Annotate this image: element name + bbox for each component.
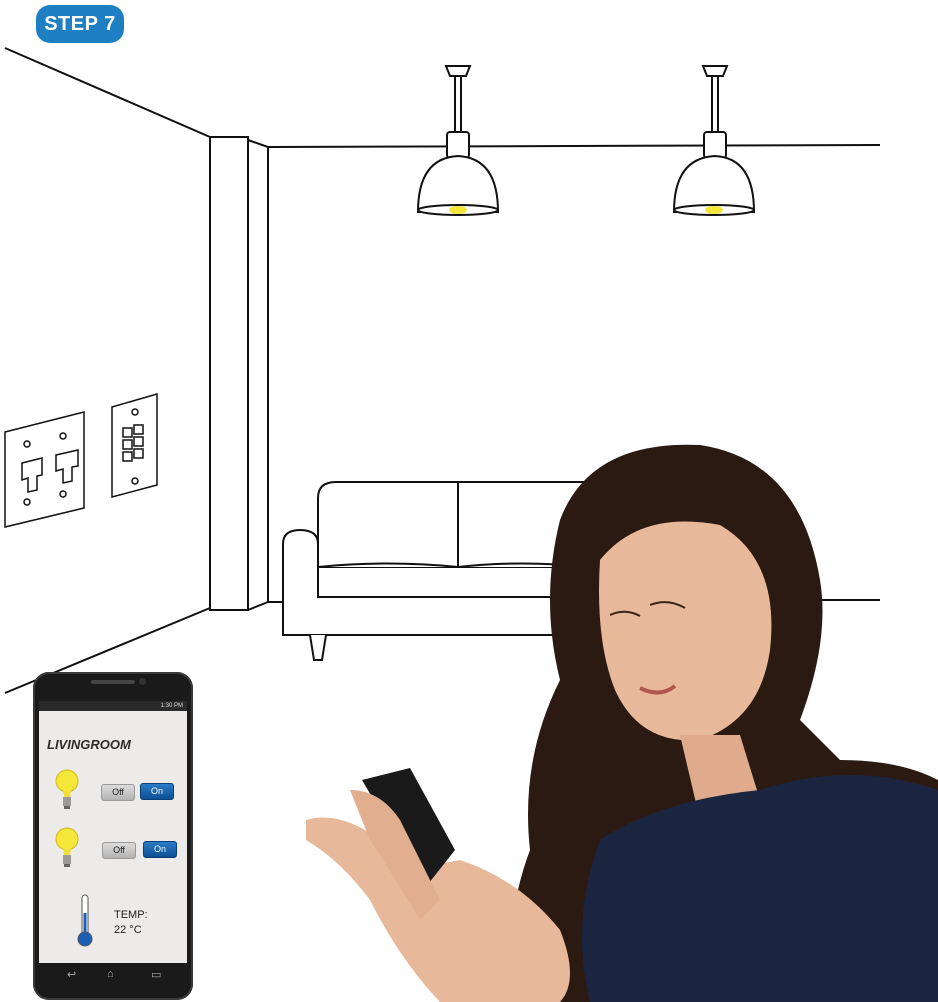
ceiling-lamp-1 (416, 65, 500, 216)
smartphone: 1:30 PM LIVINGROOM Off On Off On TEMP: 2… (33, 672, 193, 1000)
thermometer-icon (77, 894, 93, 947)
light-2-off-button[interactable]: Off (102, 842, 136, 859)
phone-speaker (91, 680, 135, 684)
status-time: 1:30 PM (160, 703, 183, 709)
phone-nav-bar: ↩ ⌂ ▭ (39, 968, 187, 988)
ceiling-lamp-2 (672, 65, 756, 216)
lightbulb-icon (55, 769, 79, 809)
light-1-on-button[interactable]: On (140, 783, 174, 800)
lightbulb-icon (55, 827, 79, 867)
home-icon[interactable]: ⌂ (107, 968, 114, 980)
menu-icon[interactable]: ▭ (151, 968, 161, 981)
sofa (282, 481, 591, 661)
back-icon[interactable]: ↩ (67, 968, 76, 981)
phone-camera (139, 678, 146, 685)
control-panel (111, 393, 158, 498)
temp-value: 22 °C (114, 924, 142, 936)
room-title: LIVINGROOM (47, 737, 131, 752)
light-switch-plate (4, 411, 85, 528)
phone-screen: 1:30 PM LIVINGROOM Off On Off On TEMP: 2… (39, 701, 187, 963)
temperature-readout: TEMP: 22 °C (114, 908, 148, 938)
status-bar: 1:30 PM (39, 701, 187, 711)
light-2-on-button[interactable]: On (143, 841, 177, 858)
temp-label: TEMP: (114, 909, 148, 921)
light-1-off-button[interactable]: Off (101, 784, 135, 801)
